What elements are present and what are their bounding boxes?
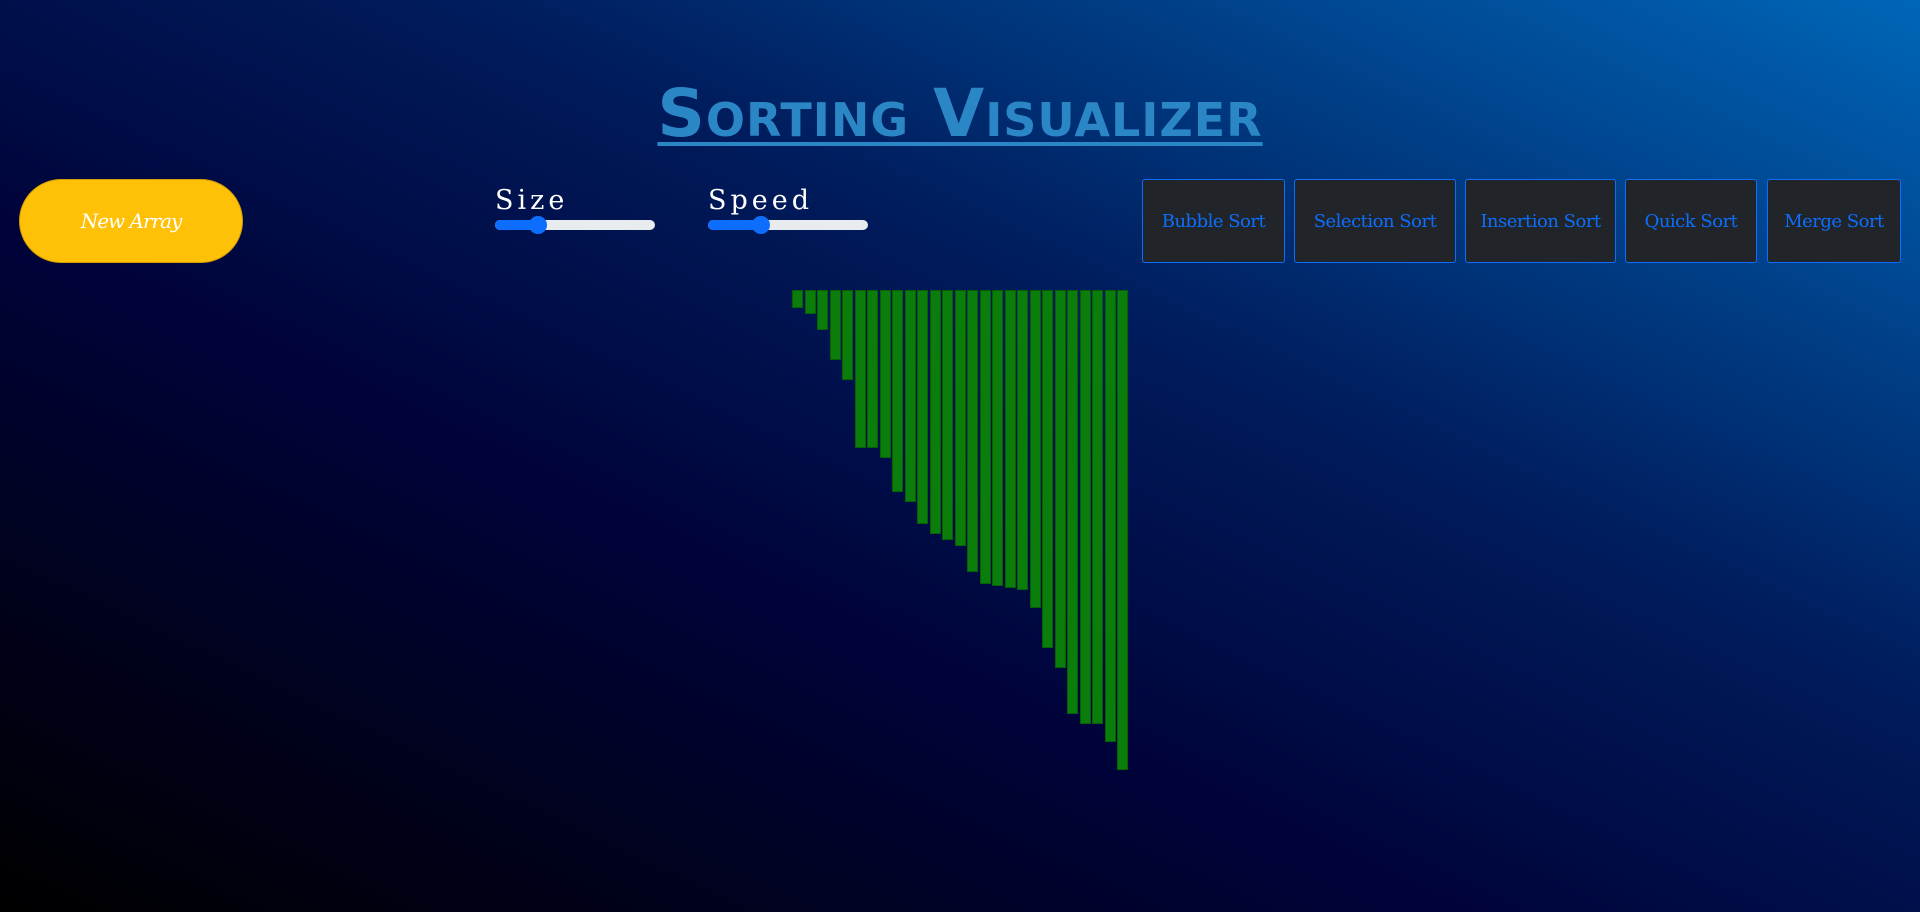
speed-slider[interactable]: [708, 216, 868, 234]
speed-label: Speed: [708, 185, 814, 216]
array-bar: [1117, 290, 1128, 770]
size-label: Size: [495, 185, 569, 216]
array-bar: [1017, 290, 1028, 590]
new-array-button[interactable]: New Array: [19, 179, 243, 263]
array-bar: [904, 290, 916, 502]
array-bar: [942, 290, 953, 540]
array-bar: [842, 290, 853, 380]
array-bar: [892, 290, 903, 492]
array-bar: [1054, 290, 1066, 668]
array-bar: [1092, 290, 1103, 724]
array-bar: [1029, 290, 1041, 608]
merge-sort-button[interactable]: Merge Sort: [1767, 179, 1901, 263]
size-slider[interactable]: [495, 216, 655, 234]
quick-sort-button[interactable]: Quick Sort: [1625, 179, 1757, 263]
array-bar: [954, 290, 966, 546]
array-bar: [879, 290, 891, 458]
array-bar: [792, 290, 803, 308]
speed-control: Speed: [708, 184, 870, 234]
array-bar: [1079, 290, 1091, 724]
array-bar: [867, 290, 878, 448]
array-bar: [1067, 290, 1078, 714]
array-bar: [992, 290, 1003, 586]
array-bar: [1104, 290, 1116, 742]
size-slider-thumb[interactable]: [529, 216, 548, 234]
speed-slider-thumb[interactable]: [751, 216, 770, 234]
array-bar: [1042, 290, 1053, 648]
array-bar: [929, 290, 941, 534]
array-bar: [917, 290, 928, 524]
array-bar: [829, 290, 841, 360]
array-bar: [1004, 290, 1016, 588]
bubble-sort-button[interactable]: Bubble Sort: [1142, 179, 1285, 263]
array-bar: [854, 290, 866, 448]
array-bar: [804, 290, 816, 314]
page-title: Sorting Visualizer: [657, 75, 1263, 153]
selection-sort-button[interactable]: Selection Sort: [1294, 179, 1456, 263]
array-bar: [979, 290, 991, 584]
size-control: Size: [495, 184, 657, 234]
array-bar: [967, 290, 978, 572]
array-bar: [817, 290, 828, 330]
insertion-sort-button[interactable]: Insertion Sort: [1465, 179, 1616, 263]
